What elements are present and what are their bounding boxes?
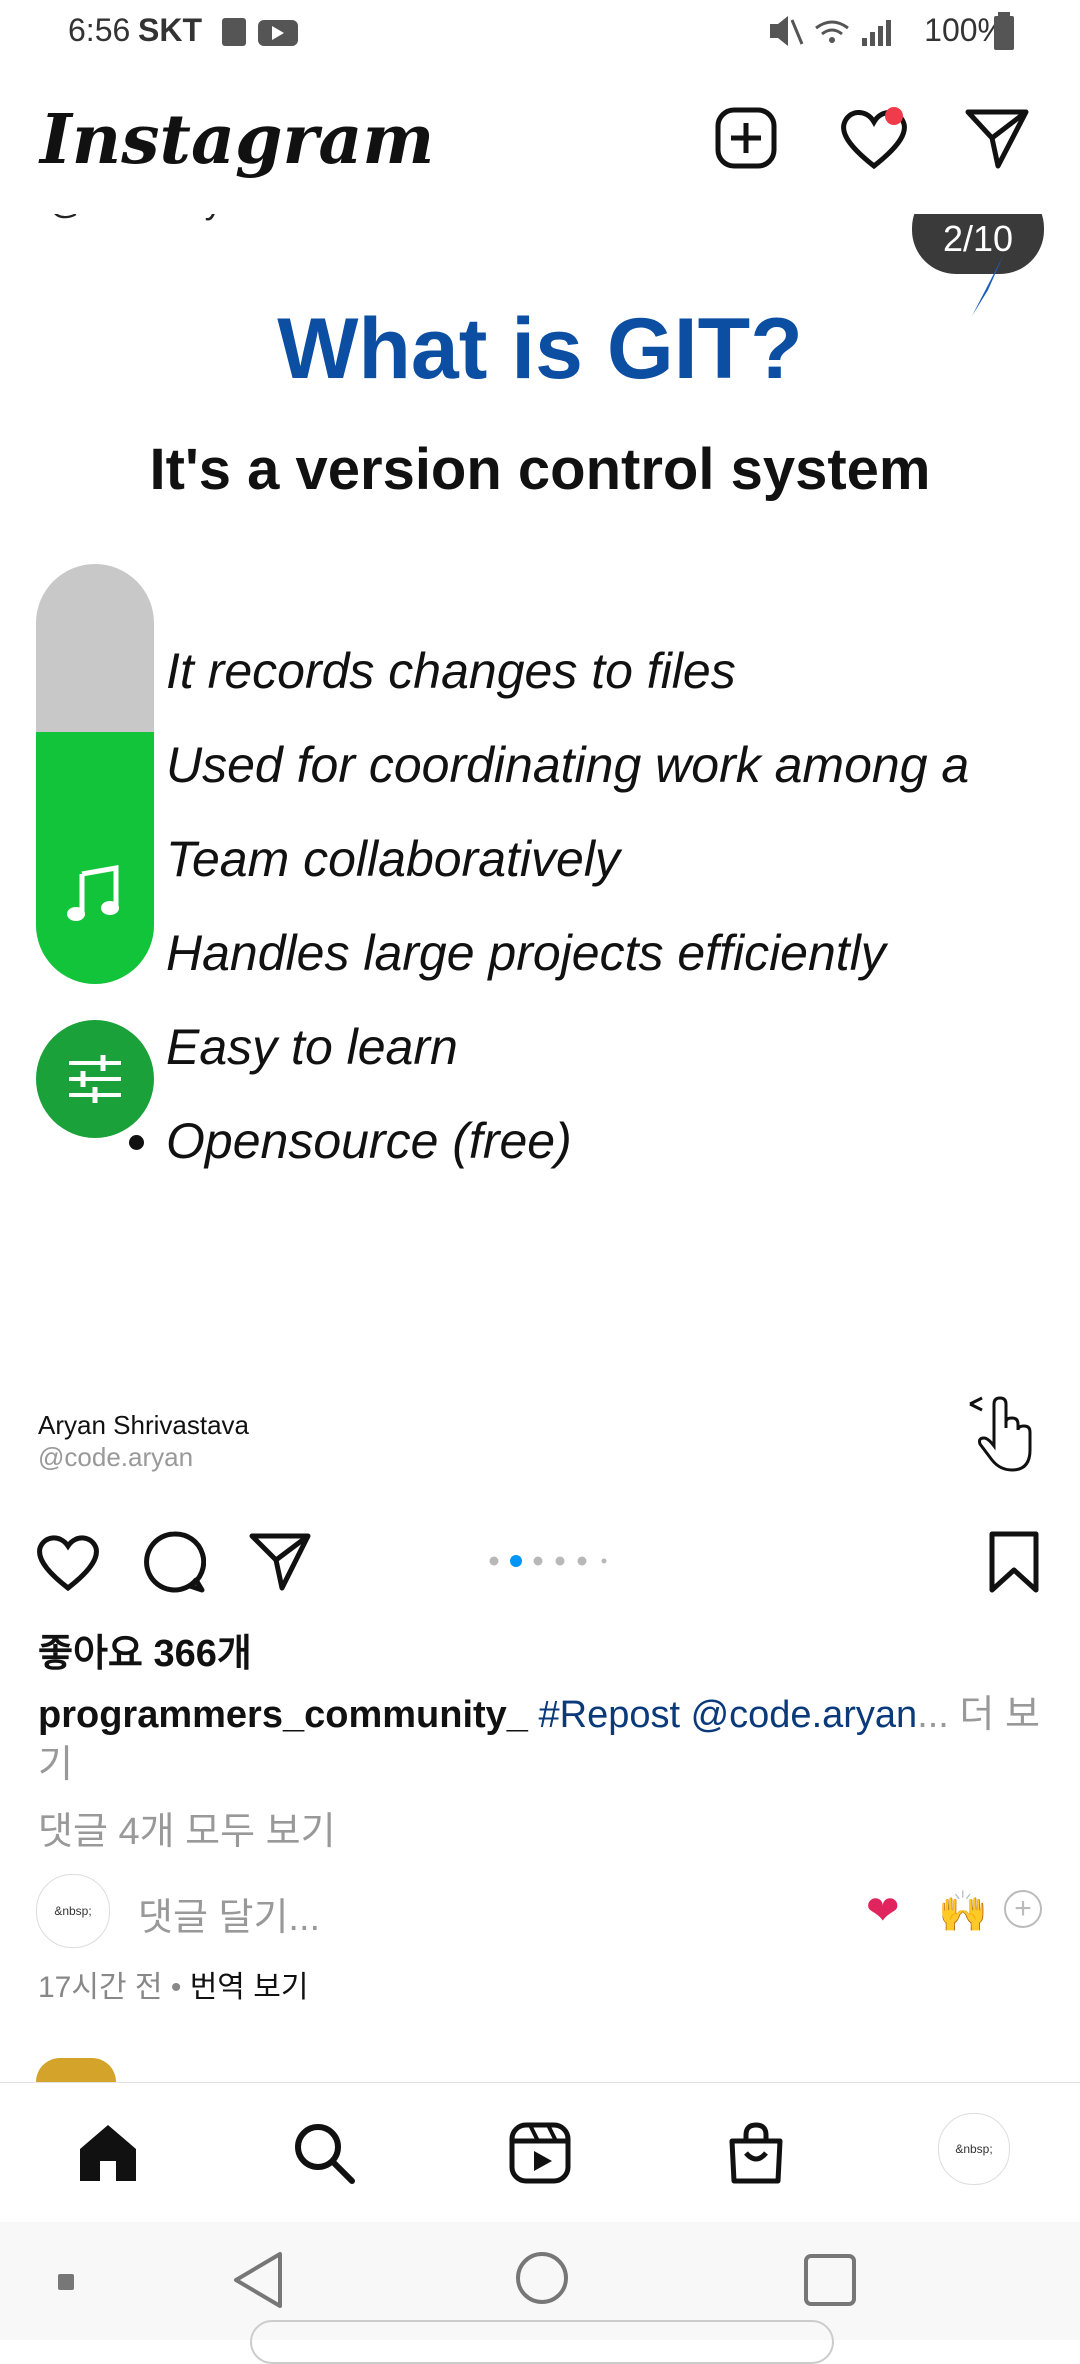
shop-icon[interactable] [724, 2121, 788, 2185]
profile-avatar[interactable]: &nbsp; [938, 2113, 1010, 2185]
post-carousel-slide[interactable]: @code.aryan 2/10 What is GIT? It's a ver… [0, 214, 1080, 1504]
equalizer-button[interactable] [36, 1020, 154, 1138]
carousel-dot [577, 1556, 587, 1566]
reels-icon[interactable] [508, 2121, 572, 2185]
bottom-nav: &nbsp; [0, 2082, 1080, 2223]
carousel-dot [489, 1556, 499, 1566]
notification-dot [885, 107, 903, 125]
quick-reaction-raised-hands[interactable]: 🙌 [938, 1888, 988, 1935]
sliders-icon [69, 1055, 121, 1103]
post-caption: programmers_community_ #Repost @code.ary… [38, 1690, 1048, 1790]
comment-input-row: &nbsp; 댓글 달기... ❤ 🙌 + [0, 1872, 1080, 1948]
slide-bullet-list: It records changes to files Used for coo… [110, 624, 969, 1188]
bullet-item: Used for coordinating work among a [166, 718, 969, 812]
status-carrier: SKT [138, 12, 202, 48]
slide-title: What is GIT? [277, 301, 803, 397]
post-actions-bar [0, 1504, 1080, 1614]
slide-handle: @code.aryan [48, 214, 263, 222]
share-send-icon[interactable] [248, 1530, 312, 1594]
slide-subtitle: It's a version control system [149, 437, 931, 502]
system-nav-bar [0, 2222, 1080, 2364]
music-note-icon [67, 865, 119, 921]
bookmark-icon[interactable] [982, 1530, 1046, 1594]
carousel-dot [601, 1558, 607, 1564]
add-reaction-button[interactable]: + [1004, 1890, 1042, 1928]
home-icon[interactable] [76, 2121, 140, 2185]
bullet-item: Opensource (free) [166, 1094, 969, 1188]
see-translation-link[interactable]: 번역 보기 [190, 1971, 309, 2004]
comment-input[interactable]: 댓글 달기... [138, 1886, 320, 1941]
bullet-item: It records changes to files [166, 624, 969, 718]
quick-reaction-heart[interactable]: ❤ [866, 1888, 900, 1934]
avatar: &nbsp; [36, 1874, 110, 1948]
search-icon[interactable] [292, 2121, 356, 2185]
bullet-item: Handles large projects efficiently [166, 906, 969, 1000]
slide-author-name: Aryan Shrivastava [38, 1410, 249, 1440]
caption-ellipsis: ... [917, 1694, 949, 1736]
status-bar: 6:56 SKT 100% [0, 0, 1080, 66]
carousel-dot [555, 1556, 565, 1566]
carousel-dot-active [510, 1555, 522, 1567]
caption-username[interactable]: programmers_community_ [38, 1694, 528, 1736]
post-time: 17시간 전 [38, 1971, 163, 2004]
send-icon[interactable] [964, 106, 1030, 172]
heart-icon[interactable] [838, 104, 910, 174]
music-volume-fill [36, 732, 154, 984]
new-post-icon[interactable] [714, 106, 780, 172]
like-heart-icon[interactable] [36, 1530, 100, 1594]
music-volume-slider[interactable] [36, 564, 154, 984]
recents-icon[interactable] [802, 2252, 858, 2308]
slide-author-handle: @code.aryan [38, 1442, 194, 1472]
carousel-dots [489, 1555, 607, 1567]
system-dot-icon [58, 2274, 74, 2290]
battery-icon [994, 12, 1014, 50]
status-app-icons [222, 18, 298, 46]
carousel-dot [533, 1556, 543, 1566]
bullet-item: Easy to learn [166, 1000, 969, 1094]
meta-separator: • [162, 1971, 190, 2004]
bullet-item: Team collaboratively [166, 812, 969, 906]
view-all-comments-link[interactable]: 댓글 4개 모두 보기 [38, 1800, 336, 1855]
instagram-logo[interactable]: Instagram [40, 100, 434, 180]
swipe-hand-icon [969, 1396, 1032, 1472]
post-meta: 17시간 전 • 번역 보기 [38, 1962, 308, 2006]
back-icon[interactable] [230, 2250, 286, 2310]
comment-icon[interactable] [142, 1530, 206, 1594]
home-button-icon[interactable] [514, 2250, 570, 2306]
likes-count[interactable]: 좋아요 366개 [38, 1622, 252, 1677]
status-time: 6:56 [68, 12, 131, 48]
gesture-bar [250, 2320, 834, 2364]
caption-hashtag[interactable]: #Repost @code.aryan [539, 1694, 918, 1736]
app-header: Instagram [0, 66, 1080, 215]
next-post-avatar [36, 2058, 116, 2082]
